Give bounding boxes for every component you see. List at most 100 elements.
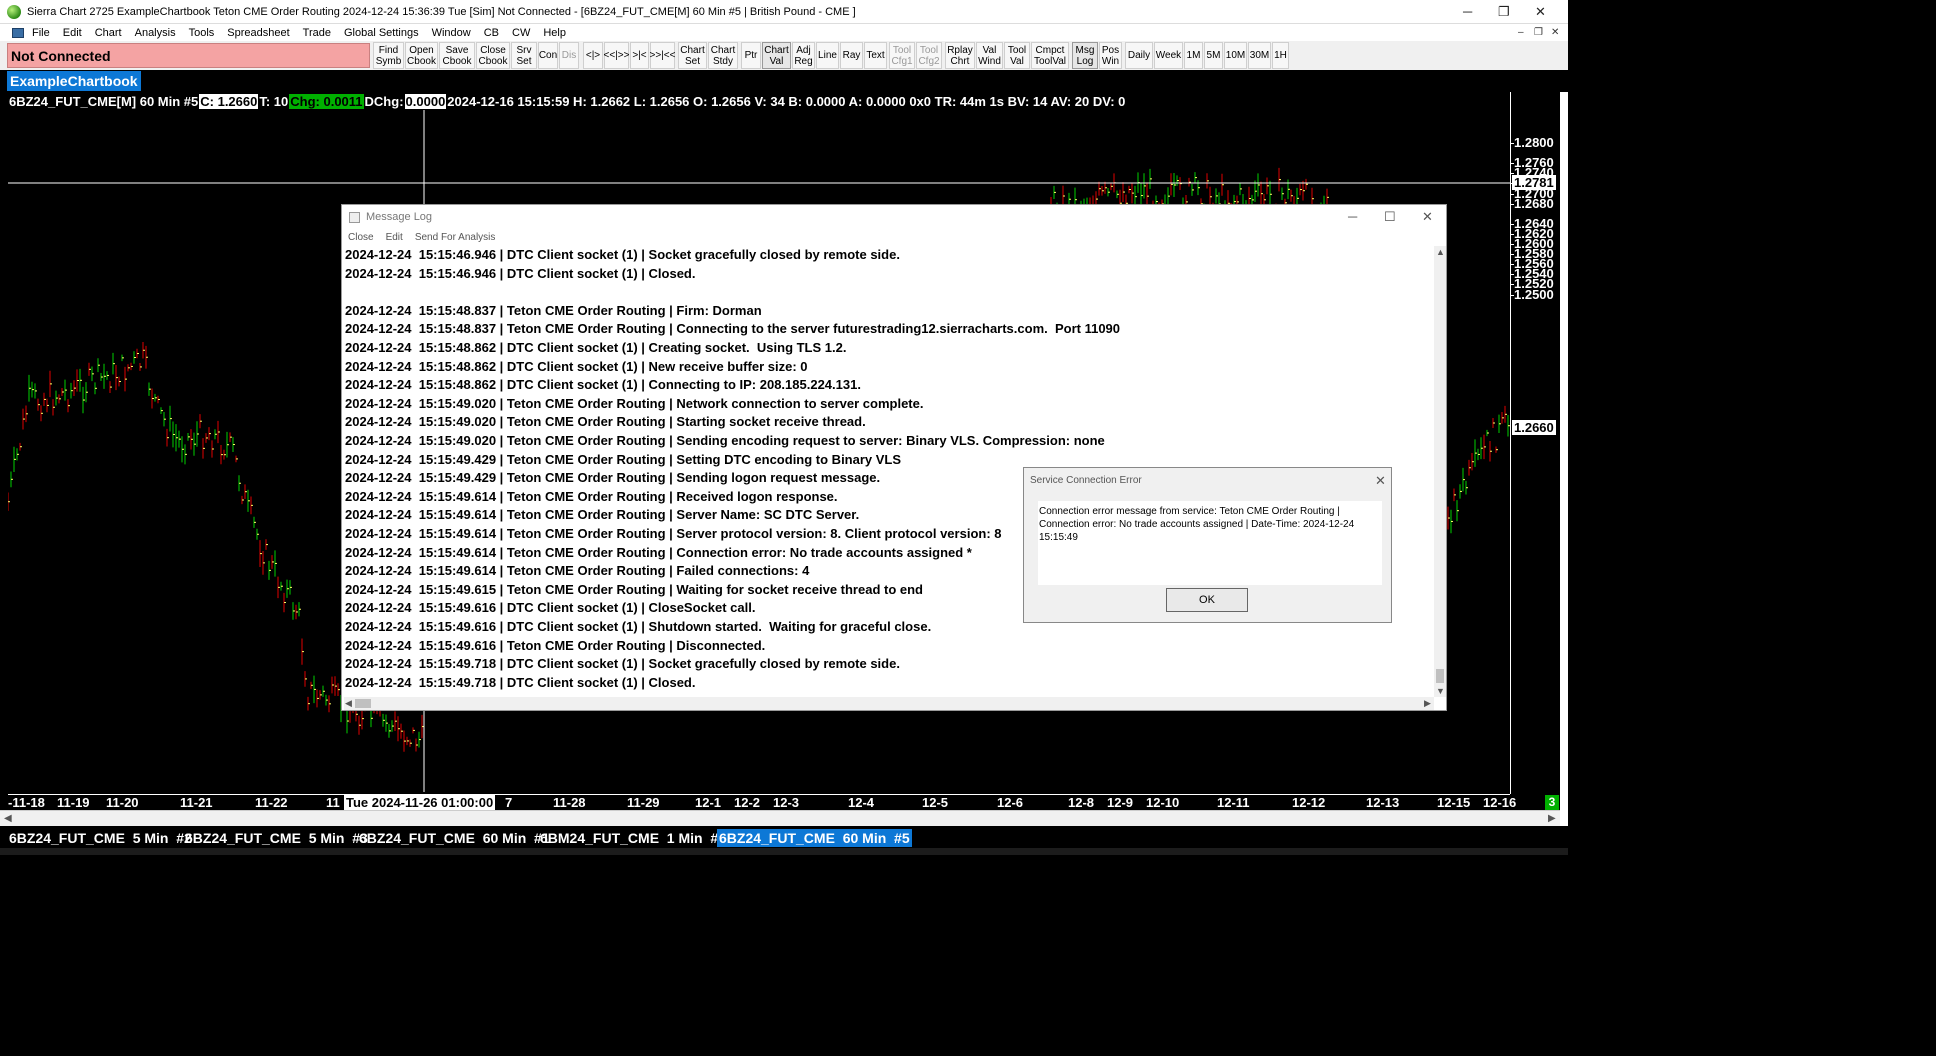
- server-settings-button[interactable]: Srv Set: [511, 42, 537, 69]
- minimize-icon[interactable]: ─: [1348, 209, 1357, 224]
- log-line: 2024-12-24 15:15:49.020 | Teton CME Orde…: [345, 433, 1105, 448]
- replay-chart-button[interactable]: Rplay Chrt: [945, 42, 975, 69]
- menu-tools[interactable]: Tools: [189, 27, 215, 39]
- menu-help[interactable]: Help: [543, 27, 566, 39]
- connect-button[interactable]: Con: [538, 42, 558, 69]
- info-bar-details: 2024-12-16 15:15:59 H: 1.2662 L: 1.2656 …: [447, 94, 1126, 109]
- scroll-thumb[interactable]: [355, 699, 371, 708]
- scroll-one-button[interactable]: <|>: [583, 42, 603, 69]
- chart-tab-4[interactable]: 6BM24_FUT_CME 1 Min #4: [538, 829, 728, 847]
- x-axis-label: 11-28: [553, 795, 586, 810]
- scroll-right-icon[interactable]: ▶: [1424, 698, 1431, 709]
- menu-analysis[interactable]: Analysis: [135, 27, 176, 39]
- message-log-vertical-scrollbar[interactable]: ▲ ▼: [1434, 246, 1446, 697]
- chart-settings-button[interactable]: Chart Set: [678, 42, 707, 69]
- bar-countdown-badge: 3: [1545, 795, 1559, 810]
- menu-global-settings[interactable]: Global Settings: [344, 27, 419, 39]
- compact-tool-values-button[interactable]: Cmpct ToolVal: [1031, 42, 1069, 69]
- menu-spreadsheet[interactable]: Spreadsheet: [227, 27, 289, 39]
- text-tool-button[interactable]: Text: [864, 42, 887, 69]
- close-icon[interactable]: ✕: [1422, 209, 1433, 225]
- message-log-title: Message Log: [366, 211, 433, 223]
- daily-button[interactable]: Daily: [1125, 42, 1153, 69]
- scroll-left-icon[interactable]: ◀: [4, 813, 12, 824]
- menu-trade[interactable]: Trade: [303, 27, 331, 39]
- tool-values-button[interactable]: Tool Val: [1004, 42, 1030, 69]
- ray-tool-button[interactable]: Ray: [840, 42, 863, 69]
- find-symbol-button[interactable]: Find Symb: [373, 42, 404, 69]
- scroll-right-icon[interactable]: ▶: [1548, 813, 1556, 824]
- minimize-icon[interactable]: ─: [1463, 4, 1472, 19]
- position-window-button[interactable]: Pos Win: [1099, 42, 1122, 69]
- menu-cw[interactable]: CW: [512, 27, 530, 39]
- log-line: 2024-12-24 15:15:48.837 | Teton CME Orde…: [345, 302, 762, 318]
- maximize-icon[interactable]: ☐: [1384, 209, 1396, 225]
- close-icon[interactable]: ✕: [1375, 473, 1386, 489]
- message-log-titlebar: Message Log ─ ☐ ✕: [342, 205, 1446, 229]
- log-line: 2024-12-24 15:15:48.862 | DTC Client soc…: [345, 377, 861, 393]
- scroll-thumb[interactable]: [1436, 669, 1444, 683]
- disconnect-button[interactable]: Dis: [559, 42, 579, 69]
- one-hour-button[interactable]: 1H: [1272, 42, 1289, 69]
- chartbook-bar: ExampleChartbook: [0, 70, 1568, 92]
- open-chartbook-button[interactable]: Open Cbook: [405, 42, 438, 69]
- one-minute-button[interactable]: 1M: [1184, 42, 1203, 69]
- connection-status[interactable]: Not Connected: [7, 43, 370, 68]
- chartbook-tab[interactable]: ExampleChartbook: [7, 71, 141, 91]
- save-chartbook-button[interactable]: Save Cbook: [439, 42, 475, 69]
- close-chartbook-button[interactable]: Close Cbook: [476, 42, 510, 69]
- scroll-many-button[interactable]: <<|>>: [604, 42, 629, 69]
- message-log-button[interactable]: Msg Log: [1072, 42, 1098, 69]
- restore-icon[interactable]: ❐: [1498, 4, 1510, 20]
- y-axis-label: 1.2800: [1514, 135, 1554, 150]
- mdi-close-icon[interactable]: ✕: [1551, 27, 1559, 38]
- menu-file[interactable]: File: [32, 27, 50, 39]
- chart-values-button[interactable]: Chart Val: [762, 42, 791, 69]
- message-log-send-analysis-menu[interactable]: Send For Analysis: [415, 232, 496, 243]
- chart-tab-1[interactable]: 6BZ24_FUT_CME 60 Min #1: [357, 829, 552, 847]
- x-axis-label: 11-22: [255, 795, 288, 810]
- tool-config1-button[interactable]: Tool Cfg1: [889, 42, 915, 69]
- message-log-close-menu[interactable]: Close: [348, 232, 374, 243]
- menu-chart[interactable]: Chart: [95, 27, 122, 39]
- ten-minute-button[interactable]: 10M: [1224, 42, 1247, 69]
- message-log-horizontal-scrollbar[interactable]: ◀ ▶: [344, 697, 1434, 710]
- five-minute-button[interactable]: 5M: [1204, 42, 1223, 69]
- mdi-window-icon[interactable]: [12, 27, 24, 38]
- adjust-region-button[interactable]: Adj Reg: [792, 42, 815, 69]
- scroll-left-icon[interactable]: ◀: [345, 698, 352, 709]
- values-window-button[interactable]: Val Wind: [976, 42, 1003, 69]
- log-line: 2024-12-24 15:15:49.614 | Teton CME Orde…: [345, 563, 810, 579]
- scroll-down-icon[interactable]: ▼: [1436, 686, 1445, 696]
- window-icon: [349, 211, 360, 223]
- ok-button[interactable]: OK: [1166, 588, 1248, 612]
- weekly-button[interactable]: Week: [1154, 42, 1183, 69]
- zoom-in-button[interactable]: >|<: [630, 42, 649, 69]
- menu-edit[interactable]: Edit: [63, 27, 82, 39]
- chart-tab-2[interactable]: 6BZ24_FUT_CME 5 Min #2: [7, 829, 194, 847]
- chart-tab-3[interactable]: 6BZ24_FUT_CME 5 Min #3: [183, 829, 370, 847]
- zoom-in-many-button[interactable]: >>|<<: [650, 42, 675, 69]
- message-log-edit-menu[interactable]: Edit: [386, 232, 403, 243]
- crosshair-price-label: 1.2781: [1512, 175, 1556, 190]
- pointer-tool-button[interactable]: Ptr: [741, 42, 761, 69]
- log-line: 2024-12-24 15:15:49.616 | Teton CME Orde…: [345, 637, 766, 653]
- close-icon[interactable]: ✕: [1535, 4, 1546, 20]
- chart-studies-button[interactable]: Chart Stdy: [708, 42, 738, 69]
- menu-bar: File Edit Chart Analysis Tools Spreadshe…: [0, 24, 1568, 41]
- menu-window[interactable]: Window: [432, 27, 471, 39]
- menu-cb[interactable]: CB: [484, 27, 499, 39]
- toolbar: Not Connected Find Symb Open Cbook Save …: [0, 41, 1568, 70]
- log-line: 2024-12-24 15:15:49.616 | DTC Client soc…: [345, 600, 756, 616]
- mdi-minimize-icon[interactable]: –: [1518, 27, 1524, 38]
- tool-config2-button[interactable]: Tool Cfg2: [916, 42, 942, 69]
- log-line: 2024-12-24 15:15:49.615 | Teton CME Orde…: [345, 581, 923, 597]
- chart-tab-5-active[interactable]: 6BZ24_FUT_CME 60 Min #5: [717, 829, 912, 847]
- thirty-minute-button[interactable]: 30M: [1248, 42, 1271, 69]
- line-tool-button[interactable]: Line: [816, 42, 839, 69]
- mdi-restore-icon[interactable]: ❐: [1534, 27, 1543, 38]
- chart-horizontal-scrollbar[interactable]: ◀ ▶: [0, 810, 1560, 826]
- taskbar: [0, 848, 1568, 855]
- scroll-up-icon[interactable]: ▲: [1436, 247, 1445, 257]
- x-axis-label: 12-3: [773, 795, 800, 810]
